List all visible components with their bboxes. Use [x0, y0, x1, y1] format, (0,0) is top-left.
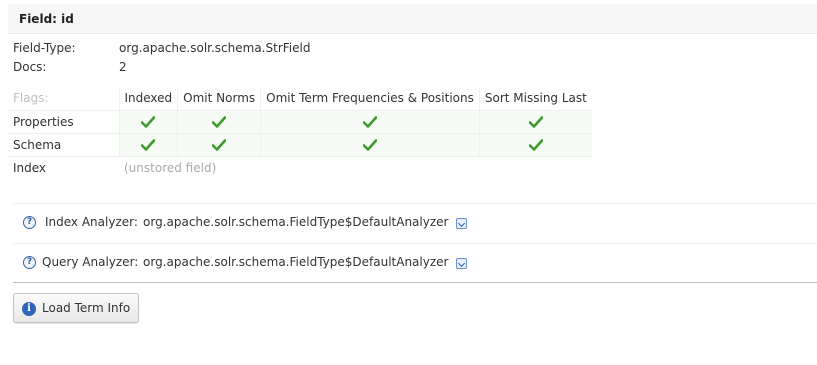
row-label-properties: Properties: [8, 110, 119, 134]
schema-sort-missing-last-cell: [478, 133, 592, 157]
help-icon[interactable]: ?: [23, 216, 36, 229]
checkmark-icon: [363, 116, 378, 128]
field-type-label: Field-Type:: [13, 41, 76, 55]
col-omit-term-freq: Omit Term Frequencies & Positions: [260, 87, 480, 111]
schema-indexed-cell: [118, 133, 178, 157]
col-sort-missing-last: Sort Missing Last: [478, 87, 592, 111]
field-type-value: org.apache.solr.schema.StrField: [119, 41, 311, 55]
info-icon: i: [22, 302, 36, 316]
load-term-info-label: Load Term Info: [42, 301, 131, 315]
flags-table: Flags: Indexed Omit Norms Omit Term Freq…: [8, 87, 592, 179]
load-term-info-button[interactable]: i Load Term Info: [13, 293, 139, 323]
index-analyzer-value: org.apache.solr.schema.FieldType$Default…: [143, 215, 449, 229]
col-omit-norms: Omit Norms: [177, 87, 261, 111]
flags-row-schema: Schema: [8, 133, 592, 157]
checkmark-icon: [212, 116, 227, 128]
field-title: Field: id: [19, 12, 74, 26]
row-label-schema: Schema: [8, 133, 119, 157]
field-header: Field: id: [8, 4, 817, 34]
checkmark-icon: [363, 139, 378, 151]
properties-indexed-cell: [118, 110, 178, 134]
query-analyzer-label: Query Analyzer:: [42, 255, 139, 269]
flags-row-properties: Properties: [8, 110, 592, 134]
flags-corner-label: Flags:: [8, 87, 119, 111]
flags-header-row: Flags: Indexed Omit Norms Omit Term Freq…: [8, 87, 592, 111]
index-analyzer-label: Index Analyzer:: [45, 215, 138, 229]
expand-toggle-icon[interactable]: [456, 218, 467, 229]
properties-omit-norms-cell: [177, 110, 261, 134]
properties-omit-term-freq-cell: [260, 110, 480, 134]
row-label-index: Index: [13, 160, 47, 175]
expand-toggle-icon[interactable]: [456, 258, 467, 269]
query-analyzer-value: org.apache.solr.schema.FieldType$Default…: [143, 255, 449, 269]
index-analyzer-row: ? Index Analyzer: org.apache.solr.schema…: [13, 203, 817, 242]
docs-label: Docs:: [13, 60, 47, 74]
checkmark-icon: [141, 139, 156, 151]
schema-omit-term-freq-cell: [260, 133, 480, 157]
properties-sort-missing-last-cell: [478, 110, 592, 134]
docs-value: 2: [119, 60, 127, 74]
query-analyzer-row: ? Query Analyzer: org.apache.solr.schema…: [13, 243, 817, 282]
help-icon[interactable]: ?: [23, 256, 36, 269]
index-unstored-value: (unstored field): [124, 160, 217, 175]
checkmark-icon: [528, 139, 543, 151]
col-indexed: Indexed: [118, 87, 178, 111]
divider: [13, 282, 817, 283]
checkmark-icon: [528, 116, 543, 128]
checkmark-icon: [212, 139, 227, 151]
checkmark-icon: [141, 116, 156, 128]
flags-row-index: Index (unstored field): [8, 156, 592, 179]
schema-omit-norms-cell: [177, 133, 261, 157]
